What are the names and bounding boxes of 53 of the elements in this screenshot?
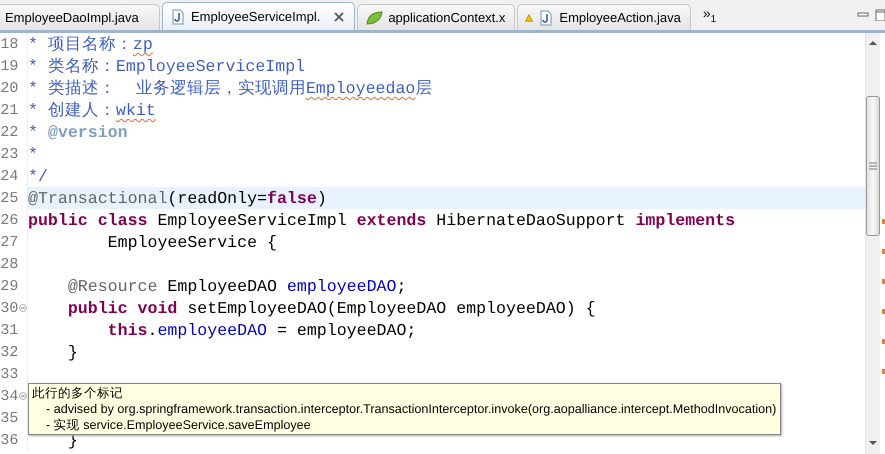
line-number: 36 xyxy=(0,432,18,448)
line-number: 32 xyxy=(0,344,18,360)
scroll-down-icon[interactable] xyxy=(869,440,877,446)
marker-entry: - 实现 service.EmployeeService.saveEmployee xyxy=(45,417,312,433)
code-line: this.employeeDAO = employeeDAO; xyxy=(106,320,416,340)
tooltip-title: 此行的多个标记 xyxy=(32,385,124,401)
code-line: public void setEmployeeDAO(EmployeeDAO employeeDAO) { xyxy=(66,298,596,318)
line-number: 28 xyxy=(0,256,18,272)
code-line: @Transactional(readOnly=false) xyxy=(28,188,327,208)
line-number: 20 xyxy=(0,80,18,96)
line-number: 29 xyxy=(0,278,18,294)
line-number: 34 xyxy=(0,388,18,404)
code-line: * 项目名称：zp xyxy=(28,34,153,55)
code-line: EmployeeService { xyxy=(106,232,277,252)
line-number: 24 xyxy=(0,168,18,184)
editor-tab[interactable]: applicationContext.x xyxy=(357,4,516,30)
code-line: public class EmployeeServiceImpl extends HibernateDaoSupport implements xyxy=(28,210,736,230)
line-number: 35 xyxy=(0,410,18,426)
line-number: 23 xyxy=(0,146,18,162)
line-number: 22 xyxy=(0,124,18,140)
line-number: 25 xyxy=(0,190,18,206)
java-file-icon xyxy=(170,8,186,24)
java-file-icon xyxy=(538,10,554,26)
line-number: 30 xyxy=(0,300,18,316)
line-number: 21 xyxy=(0,102,18,118)
editor-tab[interactable]: EmployeeServiceImpl. xyxy=(162,2,356,30)
more-tabs-button[interactable]: »$_{1}$ xyxy=(702,5,716,25)
grip-icon xyxy=(869,162,877,170)
line-number: 26 xyxy=(0,212,18,228)
close-icon[interactable] xyxy=(333,10,346,22)
scroll-up-icon[interactable] xyxy=(869,40,877,46)
vertical-scrollbar[interactable] xyxy=(865,33,880,454)
scroll-thumb[interactable] xyxy=(866,96,880,236)
leaf-icon xyxy=(365,10,384,26)
line-number: 27 xyxy=(0,234,18,250)
code-line: @Resource EmployeeDAO employeeDAO; xyxy=(66,276,406,296)
marker-entry: - advised by org.springframework.transaction.interceptor.TransactionInterceptor.invoke(org.aopalliance.intercept.MethodInvocation) xyxy=(45,401,776,417)
fold-icon[interactable] xyxy=(18,392,27,400)
code-line: * @version xyxy=(28,122,128,142)
code-line: * 类描述： 业务逻辑层，实现调用Employeedao层 xyxy=(28,78,432,99)
code-line: * xyxy=(28,144,38,164)
code-line: */ xyxy=(28,166,48,186)
code-line: * 创建人：wkit xyxy=(28,100,156,121)
line-number: 18 xyxy=(0,36,18,52)
line-number: 33 xyxy=(0,366,18,382)
maximize-icon[interactable] xyxy=(875,9,885,21)
editor-tab[interactable]: EmployeeDaoImpl.java xyxy=(0,4,160,30)
code-line: } xyxy=(66,342,78,362)
line-number: 19 xyxy=(0,58,18,74)
fold-icon[interactable] xyxy=(18,304,27,312)
code-line: * 类名称：EmployeeServiceImpl xyxy=(28,56,306,77)
editor-tab[interactable]: EmployeeAction.java xyxy=(517,4,691,30)
line-number: 31 xyxy=(0,322,18,338)
